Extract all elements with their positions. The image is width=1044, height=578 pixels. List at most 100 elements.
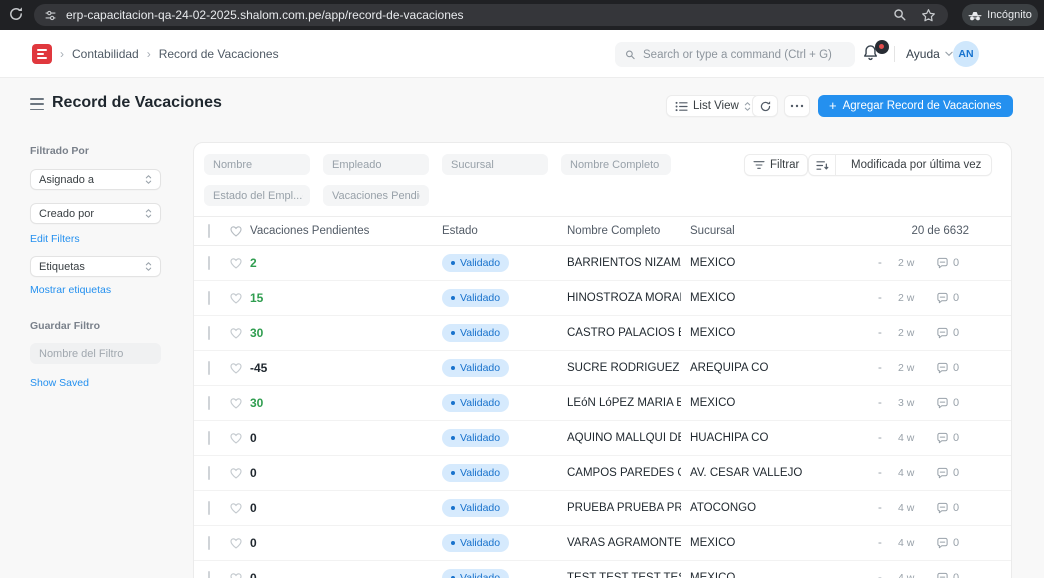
table-row[interactable]: 15 Validado HINOSTROZA MORAL... MEXICO -…: [194, 281, 1011, 316]
like-heart-icon[interactable]: [229, 327, 243, 340]
show-tags-link[interactable]: Mostrar etiquetas: [30, 284, 111, 296]
zoom-icon[interactable]: [893, 8, 907, 22]
column-estado[interactable]: Estado: [442, 225, 478, 237]
more-options-button[interactable]: [784, 95, 810, 117]
row-checkbox[interactable]: [208, 502, 210, 514]
row-comments: 0: [936, 467, 959, 479]
user-avatar[interactable]: AN: [953, 41, 979, 67]
row-checkbox[interactable]: [208, 292, 210, 304]
add-record-button[interactable]: + Agregar Record de Vacaciones: [818, 95, 1013, 117]
refresh-button[interactable]: [752, 95, 778, 117]
edit-filters-link[interactable]: Edit Filters: [30, 233, 80, 245]
view-switcher-button[interactable]: List View: [666, 95, 760, 117]
like-heart-icon[interactable]: [229, 432, 243, 445]
tags-select[interactable]: Etiquetas: [30, 256, 161, 277]
filter-sucursal-input[interactable]: [442, 154, 548, 175]
row-checkbox[interactable]: [208, 467, 210, 479]
table-row[interactable]: 0 Validado AQUINO MALLQUI DE... HUACHIPA…: [194, 421, 1011, 456]
status-dot-icon: [451, 331, 455, 335]
filter-button-label: Filtrar: [770, 159, 799, 171]
table-row[interactable]: 30 Validado LEóN LóPEZ MARÍA B... MEXICO…: [194, 386, 1011, 421]
row-checkbox[interactable]: [208, 362, 210, 374]
filter-nombre-completo-input[interactable]: [561, 154, 671, 175]
created-by-select[interactable]: Creado por: [30, 203, 161, 224]
table-row[interactable]: 0 Validado TEST TEST TEST TEST... MEXICO…: [194, 561, 1011, 578]
search-input[interactable]: [643, 49, 845, 61]
notifications-button[interactable]: [862, 44, 884, 66]
table-row[interactable]: 0 Validado CAMPOS PAREDES G... AV. CESAR…: [194, 456, 1011, 491]
like-heart-icon[interactable]: [229, 292, 243, 305]
help-dropdown[interactable]: Ayuda: [906, 30, 953, 78]
breadcrumb-chevron-icon: ›: [147, 47, 151, 61]
row-status-badge: Validado: [442, 289, 509, 307]
comment-icon: [936, 257, 949, 269]
column-nombre-completo[interactable]: Nombre Completo: [567, 225, 660, 237]
table-header: Vacaciones Pendientes Estado Nombre Comp…: [194, 217, 1011, 246]
row-assigned: -: [878, 432, 882, 444]
row-full-name: TEST TEST TEST TEST...: [567, 572, 681, 578]
like-heart-icon[interactable]: [229, 467, 243, 480]
filter-empleado-input[interactable]: [323, 154, 429, 175]
row-branch: MEXICO: [690, 572, 840, 578]
filter-name-input[interactable]: [30, 343, 161, 364]
url-text[interactable]: erp-capacitacion-qa-24-02-2025.shalom.co…: [66, 8, 893, 22]
browser-reload-icon[interactable]: [8, 6, 26, 24]
record-count[interactable]: 20 de 6632: [911, 225, 969, 237]
row-checkbox[interactable]: [208, 397, 210, 409]
row-full-name: HINOSTROZA MORAL...: [567, 292, 681, 304]
address-bar[interactable]: erp-capacitacion-qa-24-02-2025.shalom.co…: [34, 4, 948, 26]
bookmark-star-icon[interactable]: [921, 8, 936, 23]
row-pending-value: 0: [250, 466, 257, 480]
table-row[interactable]: -45 Validado SUCRE RODRIGUEZ J... AREQUI…: [194, 351, 1011, 386]
filter-button[interactable]: Filtrar: [744, 154, 808, 176]
row-modified: 2 w: [898, 362, 924, 374]
sidebar-toggle-icon[interactable]: [30, 98, 44, 110]
row-status-badge: Validado: [442, 394, 509, 412]
breadcrumb-chevron-icon: ›: [60, 47, 64, 61]
like-heart-icon[interactable]: [229, 537, 243, 550]
filter-nombre-input[interactable]: [204, 154, 310, 175]
row-checkbox[interactable]: [208, 327, 210, 339]
like-filter-icon[interactable]: [229, 225, 243, 238]
column-vacaciones-pendientes[interactable]: Vacaciones Pendientes: [250, 225, 369, 237]
select-all-checkbox[interactable]: [208, 225, 210, 237]
comment-icon: [936, 327, 949, 339]
row-checkbox[interactable]: [208, 432, 210, 444]
table-row[interactable]: 0 Validado PRUEBA PRUEBA PRU... ATOCONGO…: [194, 491, 1011, 526]
table-row[interactable]: 30 Validado CASTRO PALACIOS B... MEXICO …: [194, 316, 1011, 351]
assigned-to-select[interactable]: Asignado a: [30, 169, 161, 190]
sort-field-label: Modificada por última vez: [841, 159, 991, 171]
like-heart-icon[interactable]: [229, 362, 243, 375]
breadcrumb-item-record-de-vacaciones[interactable]: Record de Vacaciones: [159, 47, 279, 61]
global-search[interactable]: [615, 42, 855, 67]
tags-value: Etiquetas: [39, 261, 85, 273]
table-row[interactable]: 0 Validado VARAS AGRAMONTE ... MEXICO - …: [194, 526, 1011, 561]
row-checkbox[interactable]: [208, 572, 210, 578]
row-status-label: Validado: [460, 327, 500, 339]
like-heart-icon[interactable]: [229, 397, 243, 410]
like-heart-icon[interactable]: [229, 502, 243, 515]
row-status-label: Validado: [460, 362, 500, 374]
chevron-down-icon: [945, 51, 953, 57]
filter-vacaciones-pendientes-input[interactable]: [323, 185, 429, 206]
like-heart-icon[interactable]: [229, 572, 243, 578]
row-modified: 4 w: [898, 432, 924, 444]
row-assigned: -: [878, 292, 882, 304]
filtered-by-label: Filtrado Por: [30, 145, 89, 157]
row-branch: AREQUIPA CO: [690, 362, 840, 374]
column-sucursal[interactable]: Sucursal: [690, 225, 735, 237]
help-label: Ayuda: [906, 47, 940, 61]
site-info-icon[interactable]: [44, 9, 57, 22]
sort-button[interactable]: Modificada por última vez: [808, 154, 992, 176]
show-saved-link[interactable]: Show Saved: [30, 377, 89, 389]
app-logo[interactable]: [32, 44, 52, 64]
like-heart-icon[interactable]: [229, 257, 243, 270]
app-navbar: › Contabilidad › Record de Vacaciones Ay…: [0, 30, 1044, 78]
row-checkbox[interactable]: [208, 537, 210, 549]
row-assigned: -: [878, 572, 882, 578]
sort-direction-toggle[interactable]: [809, 155, 836, 175]
breadcrumb-item-contabilidad[interactable]: Contabilidad: [72, 47, 139, 61]
table-row[interactable]: 2 Validado BARRIENTOS NIZAMA... MEXICO -…: [194, 246, 1011, 281]
row-checkbox[interactable]: [208, 257, 210, 269]
filter-estado-empleado-select[interactable]: Estado del Empl...: [204, 185, 310, 206]
